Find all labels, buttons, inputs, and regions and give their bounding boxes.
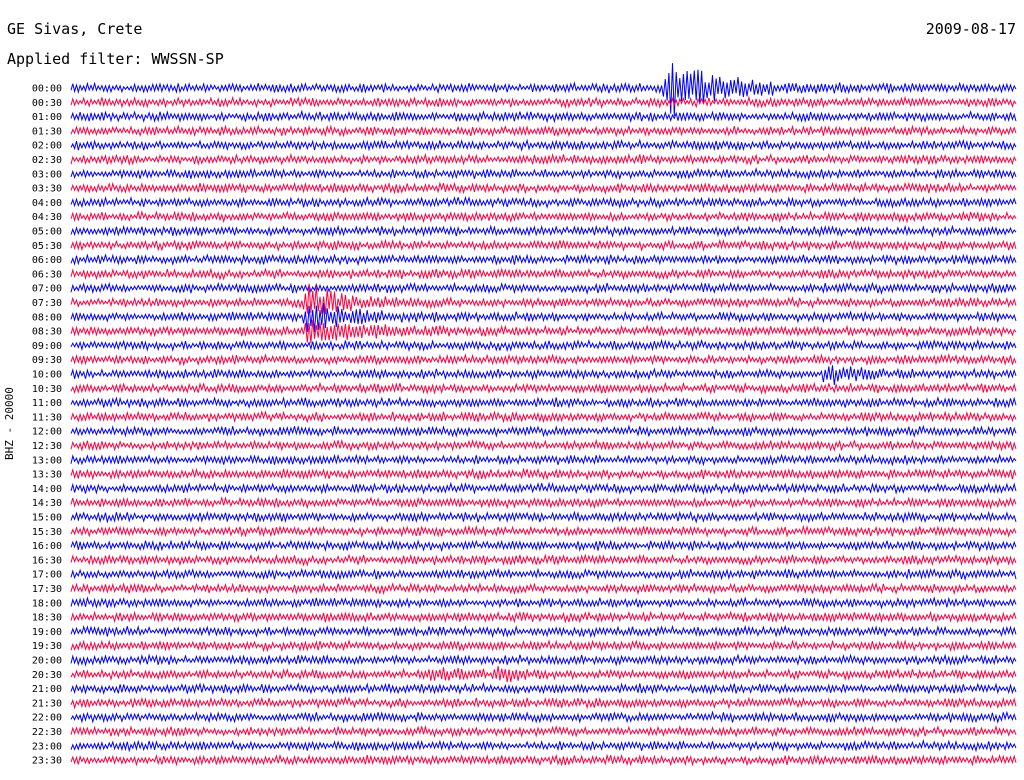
trace-row-0100 (70, 109, 1017, 124)
row-label-1500: 15:00 (32, 513, 62, 524)
row-label-1900: 19:00 (32, 627, 62, 638)
row-label-0300: 03:00 (32, 169, 62, 180)
row-label-1130: 11:30 (32, 412, 62, 423)
row-label-1730: 17:30 (32, 584, 62, 595)
row-label-1000: 10:00 (32, 370, 62, 381)
trace-row-0200 (70, 138, 1017, 152)
row-label-0800: 08:00 (32, 312, 62, 323)
row-label-1400: 14:00 (32, 484, 62, 495)
row-label-1200: 12:00 (32, 427, 62, 438)
row-label-0430: 04:30 (32, 212, 62, 223)
row-label-1930: 19:30 (32, 641, 62, 652)
trace-row-1400 (70, 481, 1017, 496)
trace-row-1930 (70, 639, 1017, 653)
trace-row-1630 (70, 553, 1017, 567)
trace-row-0930 (70, 352, 1017, 367)
row-label-1430: 14:30 (32, 498, 62, 509)
row-label-2130: 21:30 (32, 698, 62, 709)
trace-row-1030 (70, 381, 1017, 395)
row-label-0600: 06:00 (32, 255, 62, 266)
trace-row-0130 (70, 124, 1017, 138)
trace-row-2000 (70, 653, 1017, 667)
trace-row-2030 (70, 665, 1017, 683)
trace-row-0630 (70, 267, 1017, 281)
trace-row-1530 (70, 524, 1017, 539)
row-label-1330: 13:30 (32, 470, 62, 481)
row-label-0000: 00:00 (32, 84, 62, 95)
trace-row-1800 (70, 596, 1017, 610)
trace-row-0530 (70, 238, 1017, 253)
row-label-1230: 12:30 (32, 441, 62, 452)
trace-row-2230 (70, 724, 1017, 739)
trace-row-1300 (70, 453, 1017, 467)
trace-row-0030 (70, 95, 1017, 110)
row-label-1700: 17:00 (32, 570, 62, 581)
trace-row-1330 (70, 467, 1017, 481)
trace-row-0600 (70, 253, 1017, 267)
trace-row-0330 (70, 181, 1017, 195)
trace-row-1500 (70, 510, 1017, 524)
trace-row-0000 (70, 63, 1017, 117)
trace-row-2100 (70, 681, 1017, 696)
row-label-0400: 04:00 (32, 198, 62, 209)
trace-row-1100 (70, 395, 1017, 410)
row-label-0630: 06:30 (32, 269, 62, 280)
row-label-0030: 00:30 (32, 98, 62, 109)
row-label-2000: 20:00 (32, 656, 62, 667)
row-label-0700: 07:00 (32, 284, 62, 295)
row-label-2030: 20:30 (32, 670, 62, 681)
row-label-2300: 23:00 (32, 741, 62, 752)
row-label-1100: 11:00 (32, 398, 62, 409)
row-label-0330: 03:30 (32, 184, 62, 195)
row-label-0830: 08:30 (32, 327, 62, 338)
row-label-1800: 18:00 (32, 598, 62, 609)
trace-group (70, 63, 1017, 767)
row-label-0930: 09:30 (32, 355, 62, 366)
row-label-0230: 02:30 (32, 155, 62, 166)
row-label-0500: 05:00 (32, 227, 62, 238)
trace-row-0300 (70, 167, 1017, 181)
trace-row-2200 (70, 710, 1017, 724)
trace-row-2130 (70, 696, 1017, 710)
row-label-2100: 21:00 (32, 684, 62, 695)
row-label-1300: 13:00 (32, 455, 62, 466)
row-label-1530: 15:30 (32, 527, 62, 538)
trace-row-1730 (70, 581, 1017, 596)
trace-row-0830 (70, 319, 1017, 344)
row-label-0900: 09:00 (32, 341, 62, 352)
row-label-1600: 16:00 (32, 541, 62, 552)
trace-row-0700 (70, 281, 1017, 295)
trace-row-2300 (70, 739, 1017, 753)
row-label-0730: 07:30 (32, 298, 62, 309)
trace-row-0430 (70, 209, 1017, 224)
trace-row-0400 (70, 195, 1017, 210)
helicorder-plot: 00:00 00:30 01:00 01:30 02:00 02:30 03:00 03:30… (32, 63, 1017, 767)
trace-row-1200 (70, 424, 1017, 438)
trace-row-1000 (70, 365, 1017, 385)
trace-row-0900 (70, 338, 1017, 353)
trace-row-1600 (70, 539, 1017, 553)
row-label-0100: 01:00 (32, 112, 62, 123)
trace-row-1830 (70, 610, 1017, 624)
trace-row-1430 (70, 495, 1017, 510)
trace-row-0230 (70, 152, 1017, 166)
row-label-1830: 18:30 (32, 613, 62, 624)
row-label-1630: 16:30 (32, 555, 62, 566)
row-label-0200: 02:00 (32, 141, 62, 152)
trace-row-0500 (70, 224, 1017, 238)
row-label-0530: 05:30 (32, 241, 62, 252)
trace-row-1130 (70, 410, 1017, 424)
trace-row-1900 (70, 624, 1017, 639)
trace-row-1230 (70, 438, 1017, 453)
row-label-0130: 01:30 (32, 126, 62, 137)
row-label-2330: 23:30 (32, 756, 62, 767)
trace-row-2330 (70, 753, 1017, 767)
row-label-group: 00:00 00:30 01:00 01:30 02:00 02:30 03:00 03:30… (32, 84, 62, 767)
row-label-1030: 10:30 (32, 384, 62, 395)
trace-row-1700 (70, 567, 1017, 581)
row-label-2200: 22:00 (32, 713, 62, 724)
row-label-2230: 22:30 (32, 727, 62, 738)
